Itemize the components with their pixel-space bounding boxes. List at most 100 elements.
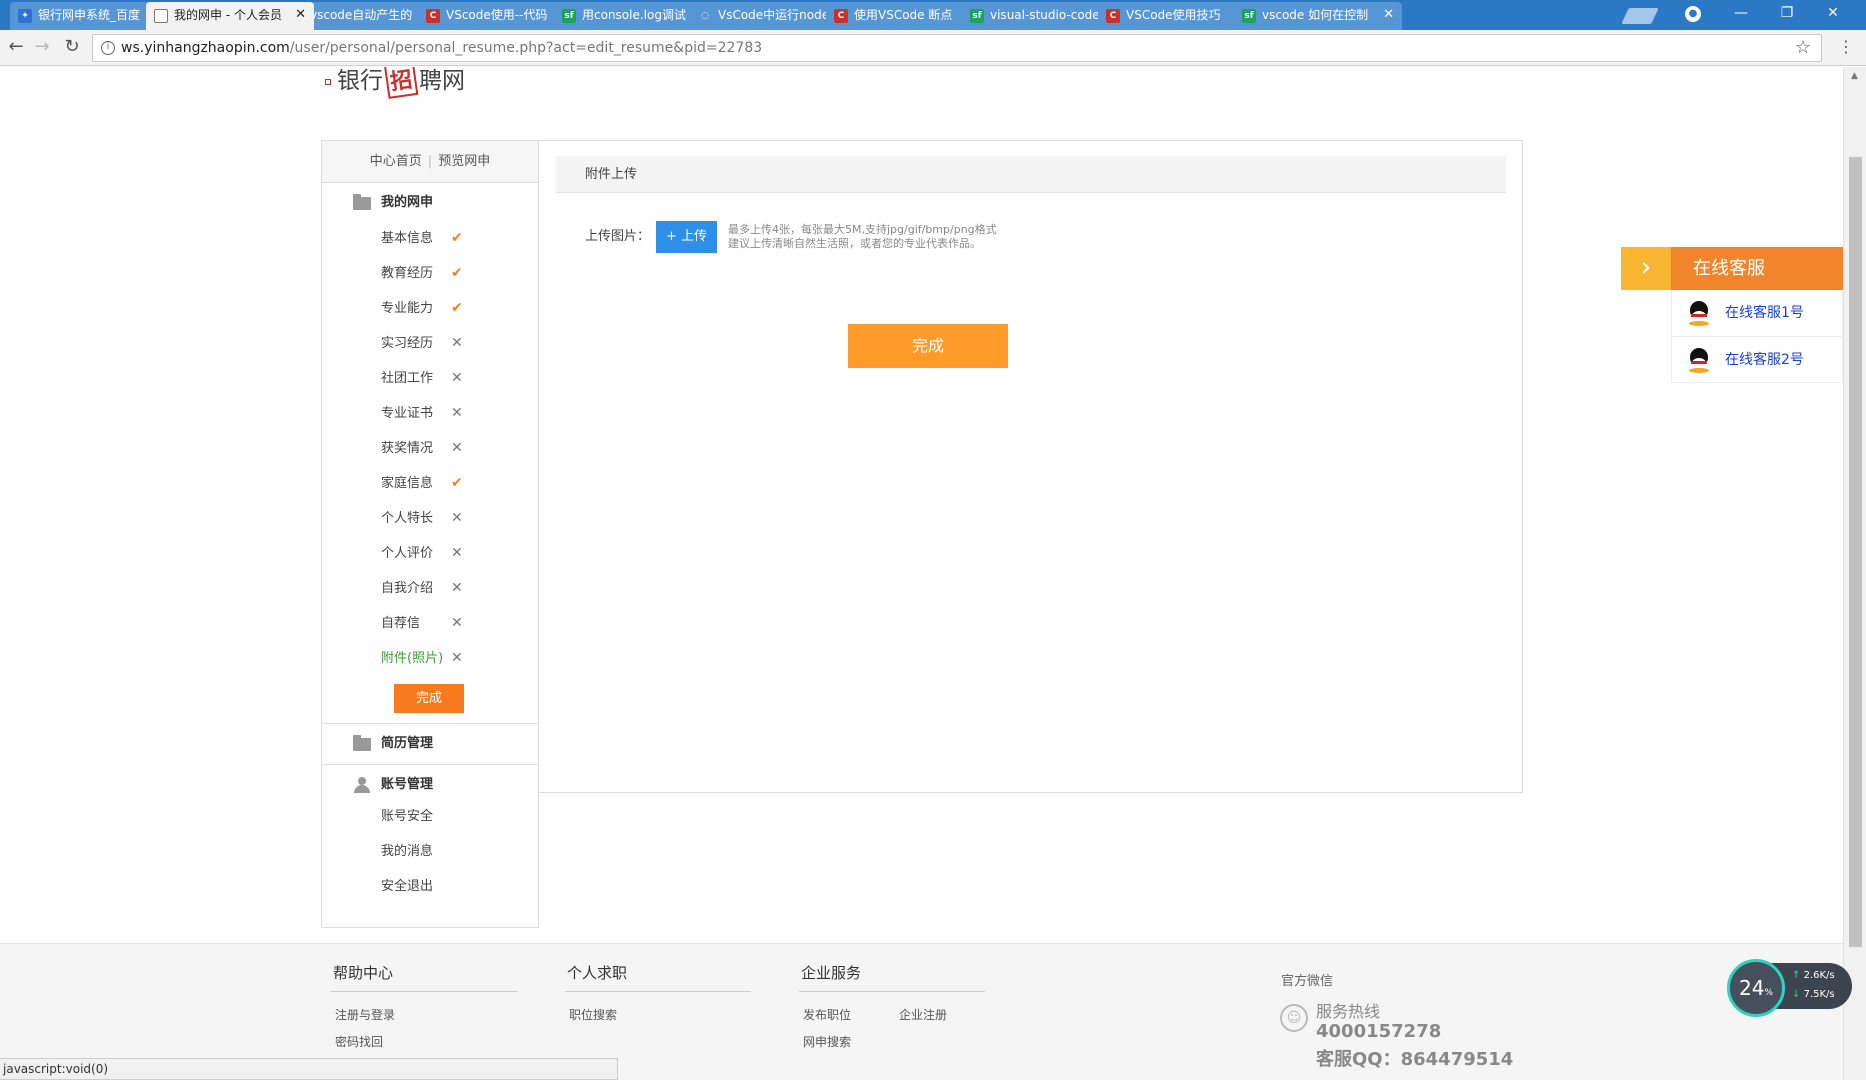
browser-tab[interactable]: 我的网申 - 个人会员 ✕ [146,2,314,30]
footer-column-title: 企业服务 [799,962,985,992]
footer-column-title: 个人求职 [565,962,751,992]
online-service-header[interactable]: › 在线客服 [1621,247,1843,290]
minimize-icon[interactable]: — [1718,0,1764,28]
browser-tab[interactable]: sf vscode 如何在控制 ✕ [1234,2,1402,30]
group-my-application[interactable]: 我的网申 [322,183,538,223]
cross-icon: ✕ [451,370,463,386]
sidebar-item[interactable]: 教育经历 ✔ [322,256,538,291]
online-service-widget: › 在线客服 在线客服1号 在线客服2号 [1621,247,1843,383]
scroll-thumb[interactable] [1849,157,1862,947]
sidebar-item[interactable]: 实习经历 ✕ [322,326,538,361]
cross-icon: ✕ [451,650,463,666]
online-service-agent[interactable]: 在线客服1号 [1672,290,1842,336]
reload-icon[interactable]: ↻ [60,36,84,60]
sidebar-item[interactable]: 家庭信息 ✔ [322,466,538,501]
sidebar-item-label: 专业证书 [381,406,434,421]
hotline-number: 4000157278 [1316,1021,1442,1042]
status-bar: javascript:void(0) [0,1058,618,1080]
loading-icon: ◌ [698,9,712,23]
upload-button[interactable]: + 上传 [656,221,717,253]
cross-icon: ✕ [451,405,463,421]
sidebar-item-label: 基本信息 [381,231,434,246]
sidebar-item-label: 专业能力 [381,301,434,316]
sidebar-item-label: 个人评价 [381,546,434,561]
footer-link[interactable]: 企业注册 [899,1006,947,1023]
cpu-usage-gauge[interactable]: 24% [1727,959,1785,1017]
sidebar-item[interactable]: 专业证书 ✕ [322,396,538,431]
page-viewport: 银行招聘网 中心首页 | 预览网申 我的网申 基本信息 ✔ 教育经历 ✔ 专业能力 ✔ 实习经历… [0,67,1843,1080]
sidebar: 中心首页 | 预览网申 我的网申 基本信息 ✔ 教育经历 ✔ 专业能力 ✔ 实习经历 ✕ 社团工作 ✕… [321,140,539,928]
folder-icon [353,735,371,751]
address-bar[interactable]: i ws.yinhangzhaopin.com/user/personal/pe… [92,34,1822,62]
footer-column-title: 帮助中心 [331,962,517,992]
menu-icon[interactable]: ⋮ [1838,37,1854,56]
sidebar-item-label: 社团工作 [381,371,434,386]
chevron-right-icon[interactable]: › [1621,247,1671,290]
restore-icon[interactable]: ❐ [1764,0,1810,28]
browser-toolbar: ← → ↻ i ws.yinhangzhaopin.com/user/perso… [0,30,1866,66]
footer-link[interactable]: 网申搜索 [803,1033,851,1050]
url-text: ws.yinhangzhaopin.com/user/personal/pers… [121,40,763,56]
site-header: 银行招聘网 [0,67,1843,127]
sidebar-item-label: 自荐信 [381,616,421,631]
paw-icon: ✦ [18,9,32,23]
tab-title: VsCode中运行node [718,8,830,22]
tab-title: visual-studio-code [990,8,1100,22]
check-icon: ✔ [451,265,463,281]
user-icon [354,777,370,793]
site-info-icon[interactable]: i [101,41,115,55]
sidebar-item-label: 实习经历 [381,336,434,351]
sidebar-item-label: 教育经历 [381,266,434,281]
footer-link[interactable]: 发布职位 [803,1006,851,1023]
page-icon [154,9,168,23]
footer-link[interactable]: 职位搜索 [569,1006,617,1023]
page-scrollbar[interactable]: ▲ [1843,67,1866,1080]
sidebar-item[interactable]: 个人特长 ✕ [322,501,538,536]
group-resume-management[interactable]: 简历管理 [322,724,538,764]
tab-close-icon[interactable]: ✕ [295,2,306,28]
back-icon[interactable]: ← [4,36,28,60]
arrow-up-icon: ↑ [1792,970,1801,981]
sidebar-item[interactable]: 附件(照片) ✕ [322,641,538,676]
new-tab-button[interactable] [1621,8,1659,24]
sidebar-item[interactable]: 个人评价 ✕ [322,536,538,571]
sidebar-item[interactable]: 基本信息 ✔ [322,221,538,256]
tab-strip: ✦ 银行网申系统_百度 ✕ 我的网申 - 个人会员 ✕ ◌ vscode自动产生的 ✕ C VSc… [0,0,1866,30]
sidebar-item[interactable]: 社团工作 ✕ [322,361,538,396]
bookmark-star-icon[interactable]: ☆ [1795,37,1811,58]
close-window-icon[interactable]: ✕ [1810,0,1856,28]
sidebar-done-button[interactable]: 完成 [394,684,464,713]
group-account-management[interactable]: 账号管理 [322,765,538,805]
agent-label[interactable]: 在线客服1号 [1725,305,1804,321]
cross-icon: ✕ [451,615,463,631]
sidebar-item[interactable]: 专业能力 ✔ [322,291,538,326]
sf-icon: sf [562,9,576,23]
footer-link[interactable]: 注册与登录 [335,1006,395,1023]
sidebar-top-links: 中心首页 | 预览网申 [322,141,538,183]
account-menu-item[interactable]: 我的消息 [322,834,538,869]
sidebar-item[interactable]: 自荐信 ✕ [322,606,538,641]
sidebar-item[interactable]: 自我介绍 ✕ [322,571,538,606]
sf-icon: sf [970,9,984,23]
upload-label: 上传图片： [585,229,651,244]
profile-icon[interactable]: ● [1685,6,1701,22]
scroll-up-icon[interactable]: ▲ [1851,71,1858,81]
upload-hint: 最多上传4张，每张最大5M,支持jpg/gif/bmp/png格式 建议上传清晰… [728,223,997,250]
folder-icon [353,194,371,210]
center-home-link[interactable]: 中心首页 [370,154,422,169]
preview-link[interactable]: 预览网申 [438,154,490,169]
sidebar-item[interactable]: 获奖情况 ✕ [322,431,538,466]
finish-button[interactable]: 完成 [848,324,1008,368]
sidebar-item-label: 自我介绍 [381,581,434,596]
tab-title: vscode自动产生的 [310,8,413,22]
site-logo[interactable]: 银行招聘网 [325,67,465,99]
account-menu-item[interactable]: 安全退出 [322,869,538,904]
agent-label[interactable]: 在线客服2号 [1725,352,1804,368]
tab-close-icon[interactable]: ✕ [1383,2,1394,28]
footer-link[interactable]: 密码找回 [335,1033,383,1050]
footer-column: 个人求职职位搜索 [565,962,751,1022]
forward-icon[interactable]: → [30,36,54,60]
online-service-agent[interactable]: 在线客服2号 [1672,336,1842,382]
hotline-label: 服务热线 [1316,1002,1381,1021]
tab-title: 我的网申 - 个人会员 [174,8,282,22]
